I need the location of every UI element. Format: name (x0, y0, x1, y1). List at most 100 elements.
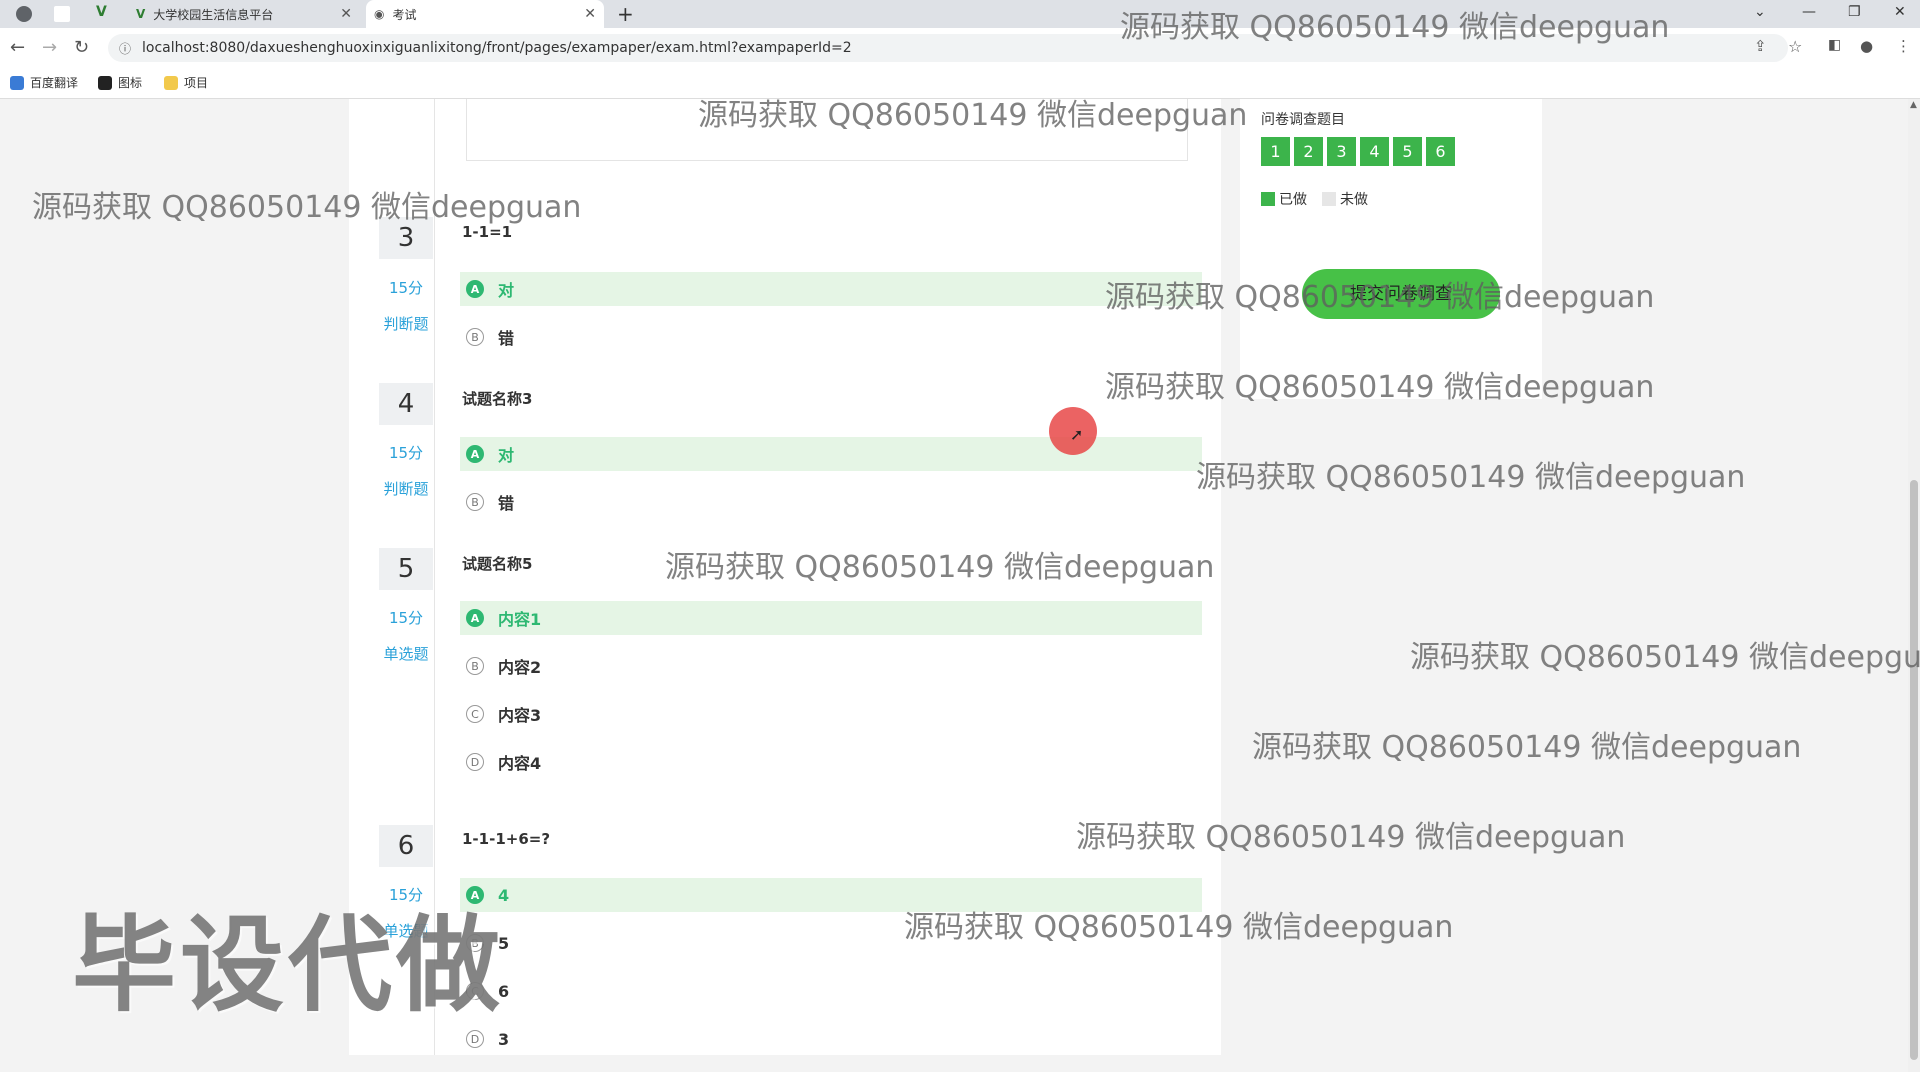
url-text[interactable]: localhost:8080/daxueshenghuoxinxiguanlix… (142, 40, 852, 56)
chevron-down-icon[interactable]: ⌄ (1754, 4, 1766, 20)
question-number: 4 (379, 383, 433, 425)
watermark: 源码获取 QQ86050149 微信deepguan (665, 550, 1215, 585)
close-icon[interactable]: ✕ (340, 6, 352, 22)
option-text: 错 (498, 494, 515, 513)
tab-title: 考试 (392, 7, 417, 22)
folder-icon (164, 75, 178, 90)
watermark: 源码获取 QQ86050149 微信deepguan (1076, 820, 1626, 855)
tab-title: 大学校园生活信息平台 (153, 7, 274, 22)
option-letter: D (466, 1030, 484, 1048)
globe-icon[interactable] (16, 6, 32, 22)
question-title: 试题名称5 (462, 555, 533, 573)
question-nav-button[interactable]: 4 (1360, 137, 1389, 166)
legend-label: 已做 (1279, 192, 1307, 208)
legend-done: 已做 (1261, 189, 1307, 209)
bookmark-translate[interactable]: 百度翻译 (10, 74, 78, 91)
option-b[interactable]: B 错 (460, 320, 1202, 354)
star-icon[interactable]: ☆ (1788, 37, 1802, 56)
new-tab-icon[interactable]: + (617, 2, 634, 26)
question-nav-button[interactable]: 3 (1327, 137, 1356, 166)
option-text: 内容4 (498, 754, 542, 773)
option-letter: B (466, 493, 484, 511)
option-a[interactable]: A 对 (460, 272, 1202, 306)
menu-icon[interactable]: ⋮ (1896, 37, 1911, 55)
question-type: 判断题 (383, 480, 429, 498)
watermark: 源码获取 QQ86050149 微信deepguan (1252, 730, 1802, 765)
watermark-stamp: 毕设代做 (72, 904, 505, 1026)
option-text: 内容3 (498, 706, 542, 725)
option-a[interactable]: A 内容1 (460, 601, 1202, 635)
watermark: 源码获取 QQ86050149 微信deepguan (1196, 460, 1746, 495)
option-b[interactable]: B 内容2 (460, 649, 1202, 683)
question-nav-button[interactable]: 1 (1261, 137, 1290, 166)
vue-icon[interactable]: V (96, 4, 107, 20)
blank-tab-icon[interactable] (54, 6, 70, 22)
reload-icon[interactable]: ↻ (74, 37, 89, 58)
share-icon[interactable]: ⇪ (1754, 37, 1767, 55)
question-nav-button[interactable]: 2 (1294, 137, 1323, 166)
bookmark-label: 百度翻译 (30, 76, 79, 90)
back-icon[interactable]: ← (10, 37, 25, 58)
question-score: 15分 (388, 609, 424, 627)
vue-icon: V (136, 7, 146, 21)
option-letter: A (466, 609, 484, 627)
option-c[interactable]: C 内容3 (460, 697, 1202, 731)
legend-todo: 未做 (1322, 189, 1368, 209)
watermark: 源码获取 QQ86050149 微信deepguan (1120, 10, 1670, 45)
option-text: 错 (498, 329, 515, 348)
legend-label: 未做 (1340, 192, 1368, 208)
question-title: 1-1-1+6=? (462, 830, 551, 848)
option-text: 内容1 (498, 610, 542, 629)
question-score: 15分 (388, 279, 424, 297)
option-letter: A (466, 445, 484, 463)
watermark: 源码获取 QQ86050149 微信deepguan (1410, 640, 1920, 675)
question-number: 6 (379, 825, 433, 867)
question-type: 单选题 (383, 645, 429, 663)
watermark: 源码获取 QQ86050149 微信deepguan (904, 910, 1454, 945)
bookmark-icons[interactable]: 图标 (98, 74, 142, 91)
bookmark-project[interactable]: 项目 (164, 74, 208, 91)
option-text: 对 (498, 281, 515, 300)
question-number: 5 (379, 548, 433, 590)
option-letter: C (466, 705, 484, 723)
option-c[interactable]: C 6 (460, 974, 1202, 1008)
option-text: 3 (498, 1029, 510, 1049)
window-close-icon[interactable]: ✕ (1894, 4, 1906, 20)
bookmark-label: 图标 (118, 76, 143, 90)
question-nav-title: 问卷调查题目 (1261, 112, 1345, 128)
question-type: 判断题 (383, 315, 429, 333)
minimize-icon[interactable]: — (1802, 4, 1816, 20)
tab-platform[interactable]: V 大学校园生活信息平台 ✕ (128, 0, 360, 28)
option-text: 内容2 (498, 658, 542, 677)
globe-icon: ◉ (374, 7, 385, 21)
info-icon[interactable]: ⓘ (114, 40, 136, 57)
option-letter: D (466, 753, 484, 771)
option-letter: A (466, 280, 484, 298)
restore-icon[interactable]: ❐ (1848, 4, 1861, 20)
option-d[interactable]: D 内容4 (460, 745, 1202, 779)
question-nav-button[interactable]: 6 (1426, 137, 1455, 166)
scrollbar-thumb[interactable] (1910, 480, 1918, 1060)
question-nav-button[interactable]: 5 (1393, 137, 1422, 166)
sidepanel-icon[interactable]: ◧ (1828, 37, 1841, 53)
tab-exam[interactable]: ◉ 考试 ✕ (366, 0, 604, 28)
option-d[interactable]: D 3 (460, 1022, 1202, 1056)
bookmark-label: 项目 (184, 76, 209, 90)
profile-icon[interactable]: ● (1860, 37, 1873, 55)
watermark: 源码获取 QQ86050149 微信deepguan (32, 190, 582, 225)
watermark: 源码获取 QQ86050149 微信deepguan (1105, 280, 1655, 315)
done-swatch-icon (1261, 192, 1275, 206)
close-icon[interactable]: ✕ (584, 6, 596, 22)
watermark: 源码获取 QQ86050149 微信deepguan (698, 98, 1248, 133)
watermark: 源码获取 QQ86050149 微信deepguan (1105, 370, 1655, 405)
forward-icon[interactable]: → (42, 37, 57, 58)
question-score: 15分 (388, 444, 424, 462)
mouse-pointer-icon: ➚ (1070, 425, 1084, 444)
todo-swatch-icon (1322, 192, 1336, 206)
scroll-up-icon[interactable]: ▲ (1910, 100, 1917, 110)
option-b[interactable]: B 错 (460, 485, 1202, 519)
image-icon (98, 75, 112, 90)
option-letter: B (466, 328, 484, 346)
translate-icon (10, 75, 24, 90)
option-letter: B (466, 657, 484, 675)
